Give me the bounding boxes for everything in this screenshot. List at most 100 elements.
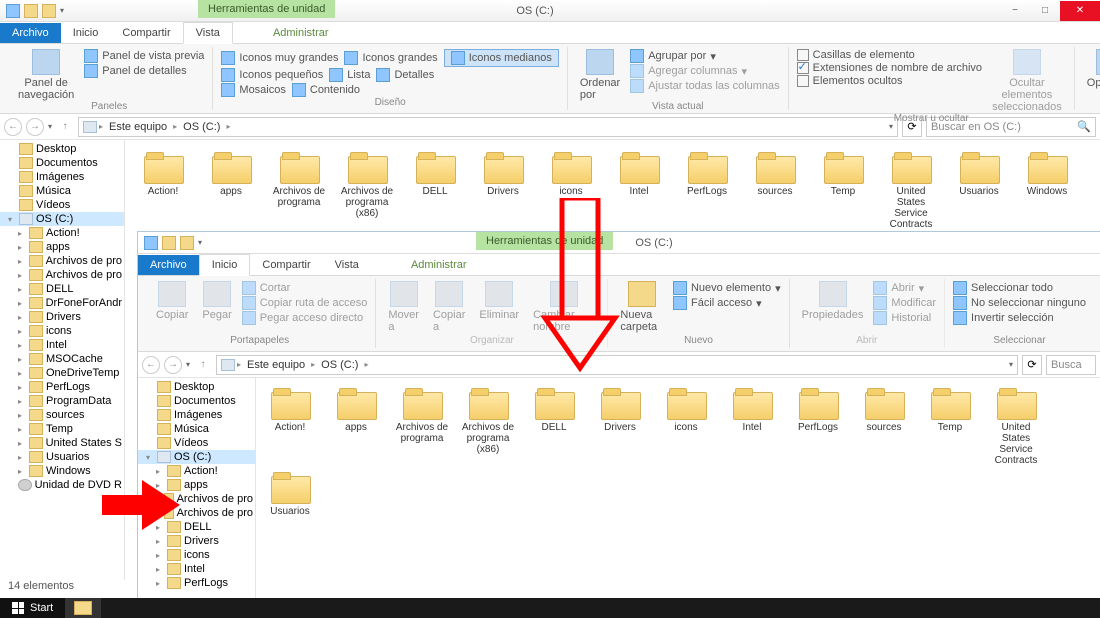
tree-item[interactable]: ▾OS (C:) [138,450,255,464]
back-button[interactable]: ← [142,356,160,374]
breadcrumb[interactable]: ▸ Este equipo ▸ OS (C:) ▸ ▾ [78,117,898,137]
folder-item[interactable]: icons [658,386,714,466]
rename-button[interactable]: Cambiar nombre [529,281,599,333]
chk-item-check[interactable]: Casillas de elemento [797,49,982,61]
layout-lg[interactable]: Iconos grandes [344,49,437,67]
tree-item[interactable]: ▸OneDriveTemp [0,366,124,380]
back-button[interactable]: ← [4,118,22,136]
folder-item[interactable]: Temp [815,150,871,230]
file-grid[interactable]: Action!appsArchivos de programaArchivos … [256,378,1100,618]
tree-item[interactable]: ▸United States S [0,436,124,450]
paste-button[interactable]: Pegar [198,281,235,325]
folder-item[interactable]: Intel [724,386,780,466]
folder-item[interactable]: Archivos de programa [394,386,450,466]
nav-pane-button[interactable]: Panel de navegación [14,49,78,101]
nav-tree[interactable]: DesktopDocumentosImágenesMúsicaVídeos▾OS… [0,140,125,580]
qat-newfolder-icon[interactable] [42,4,56,18]
tree-item[interactable]: Imágenes [0,170,124,184]
moveto-button[interactable]: Mover a [384,281,423,333]
copypath-button[interactable]: Copiar ruta de acceso [242,296,368,310]
open-button[interactable]: Abrir ▾ [873,281,936,295]
selectall-button[interactable]: Seleccionar todo [953,281,1086,295]
tree-item[interactable]: ▸Intel [138,562,255,576]
crumb-drive[interactable]: OS (C:) [179,121,224,133]
copyto-button[interactable]: Copiar a [429,281,469,333]
tree-item[interactable]: ▸apps [138,478,255,492]
folder-item[interactable]: sources [747,150,803,230]
tree-item[interactable]: ▸sources [0,408,124,422]
folder-item[interactable]: sources [856,386,912,466]
folder-item[interactable]: PerfLogs [679,150,735,230]
folder-item[interactable]: apps [203,150,259,230]
folder-item[interactable]: Archivos de programa (x86) [460,386,516,466]
history-drop-icon[interactable]: ▾ [186,360,190,369]
group-by-button[interactable]: Agrupar por ▾ [630,49,779,63]
paste-shortcut-button[interactable]: Pegar acceso directo [242,311,368,325]
tree-item[interactable]: ▸Drivers [0,310,124,324]
tree-item[interactable]: ▸Temp [0,422,124,436]
folder-item[interactable]: Action! [262,386,318,466]
options-button[interactable]: Opciones [1083,49,1100,89]
layout-list[interactable]: Lista [329,68,370,82]
crumb-pc[interactable]: Este equipo [105,121,171,133]
refresh-button[interactable]: ⟳ [1022,355,1042,375]
folder-item[interactable]: Intel [611,150,667,230]
qat-drop-icon[interactable]: ▾ [198,238,202,247]
crumb-pc[interactable]: Este equipo [243,359,309,371]
folder-item[interactable]: Archivos de programa [271,150,327,230]
folder-item[interactable]: United States Service Contracts [883,150,939,230]
tab-administrar[interactable]: Administrar [261,23,341,43]
tab-inicio[interactable]: Inicio [61,23,111,43]
tree-item[interactable]: Desktop [0,142,124,156]
tree-item[interactable]: ▸MSOCache [0,352,124,366]
copy-button[interactable]: Copiar [152,281,192,325]
tab-compartir[interactable]: Compartir [110,23,182,43]
tree-item[interactable]: ▸DrFoneForAndr [0,296,124,310]
folder-item[interactable]: DELL [407,150,463,230]
tree-item[interactable]: ▸Action! [138,464,255,478]
newfolder-button[interactable]: Nueva carpeta [616,281,667,333]
layout-content[interactable]: Contenido [292,83,360,97]
tree-item[interactable]: ▸Archivos de pro [0,268,124,282]
edit-button[interactable]: Modificar [873,296,936,310]
titlebar[interactable]: ▾ Herramientas de unidad OS (C:) − □ ✕ [0,0,1100,22]
tree-item[interactable]: Documentos [138,394,255,408]
tab-administrar[interactable]: Administrar [399,255,479,275]
tree-item[interactable]: ▸Archivos de pro [138,492,255,506]
layout-xl[interactable]: Iconos muy grandes [221,49,338,67]
layout-sm[interactable]: Iconos pequeños [221,68,323,82]
tree-item[interactable]: Música [0,184,124,198]
tree-item[interactable]: ▸icons [0,324,124,338]
tab-vista[interactable]: Vista [183,22,233,44]
preview-pane-button[interactable]: Panel de vista previa [84,49,204,63]
folder-item[interactable]: Archivos de programa (x86) [339,150,395,230]
tree-item[interactable]: ▾OS (C:) [0,212,124,226]
tree-item[interactable]: ▸Windows [0,464,124,478]
folder-item[interactable]: Usuarios [951,150,1007,230]
search-input[interactable]: Busca [1046,355,1096,375]
tree-item[interactable]: ▸DELL [138,520,255,534]
breadcrumb-drop-icon[interactable]: ▾ [1009,360,1013,369]
tree-item[interactable]: ▸apps [0,240,124,254]
folder-item[interactable]: icons [543,150,599,230]
layout-det[interactable]: Detalles [376,68,434,82]
cut-button[interactable]: Cortar [242,281,368,295]
tree-item[interactable]: ▸Intel [0,338,124,352]
newitem-button[interactable]: Nuevo elemento ▾ [673,281,781,295]
tree-item[interactable]: Desktop [138,380,255,394]
chk-extensions[interactable]: Extensiones de nombre de archivo [797,62,982,74]
chk-hidden[interactable]: Elementos ocultos [797,75,982,87]
breadcrumb[interactable]: ▸ Este equipo▸ OS (C:)▸ ▾ [216,355,1018,375]
folder-item[interactable]: DELL [526,386,582,466]
invertsel-button[interactable]: Invertir selección [953,311,1086,325]
folder-item[interactable]: Usuarios [262,470,318,517]
qat-icon[interactable] [162,236,176,250]
folder-item[interactable]: Windows [1019,150,1075,230]
taskbar[interactable]: Start [0,598,1100,618]
folder-item[interactable]: Action! [135,150,191,230]
tree-item[interactable]: ▸Archivos de pro [0,254,124,268]
taskbar-explorer-icon[interactable] [65,598,101,618]
layout-mosaic[interactable]: Mosaicos [221,83,285,97]
properties-button[interactable]: Propiedades [798,281,868,325]
folder-item[interactable]: apps [328,386,384,466]
